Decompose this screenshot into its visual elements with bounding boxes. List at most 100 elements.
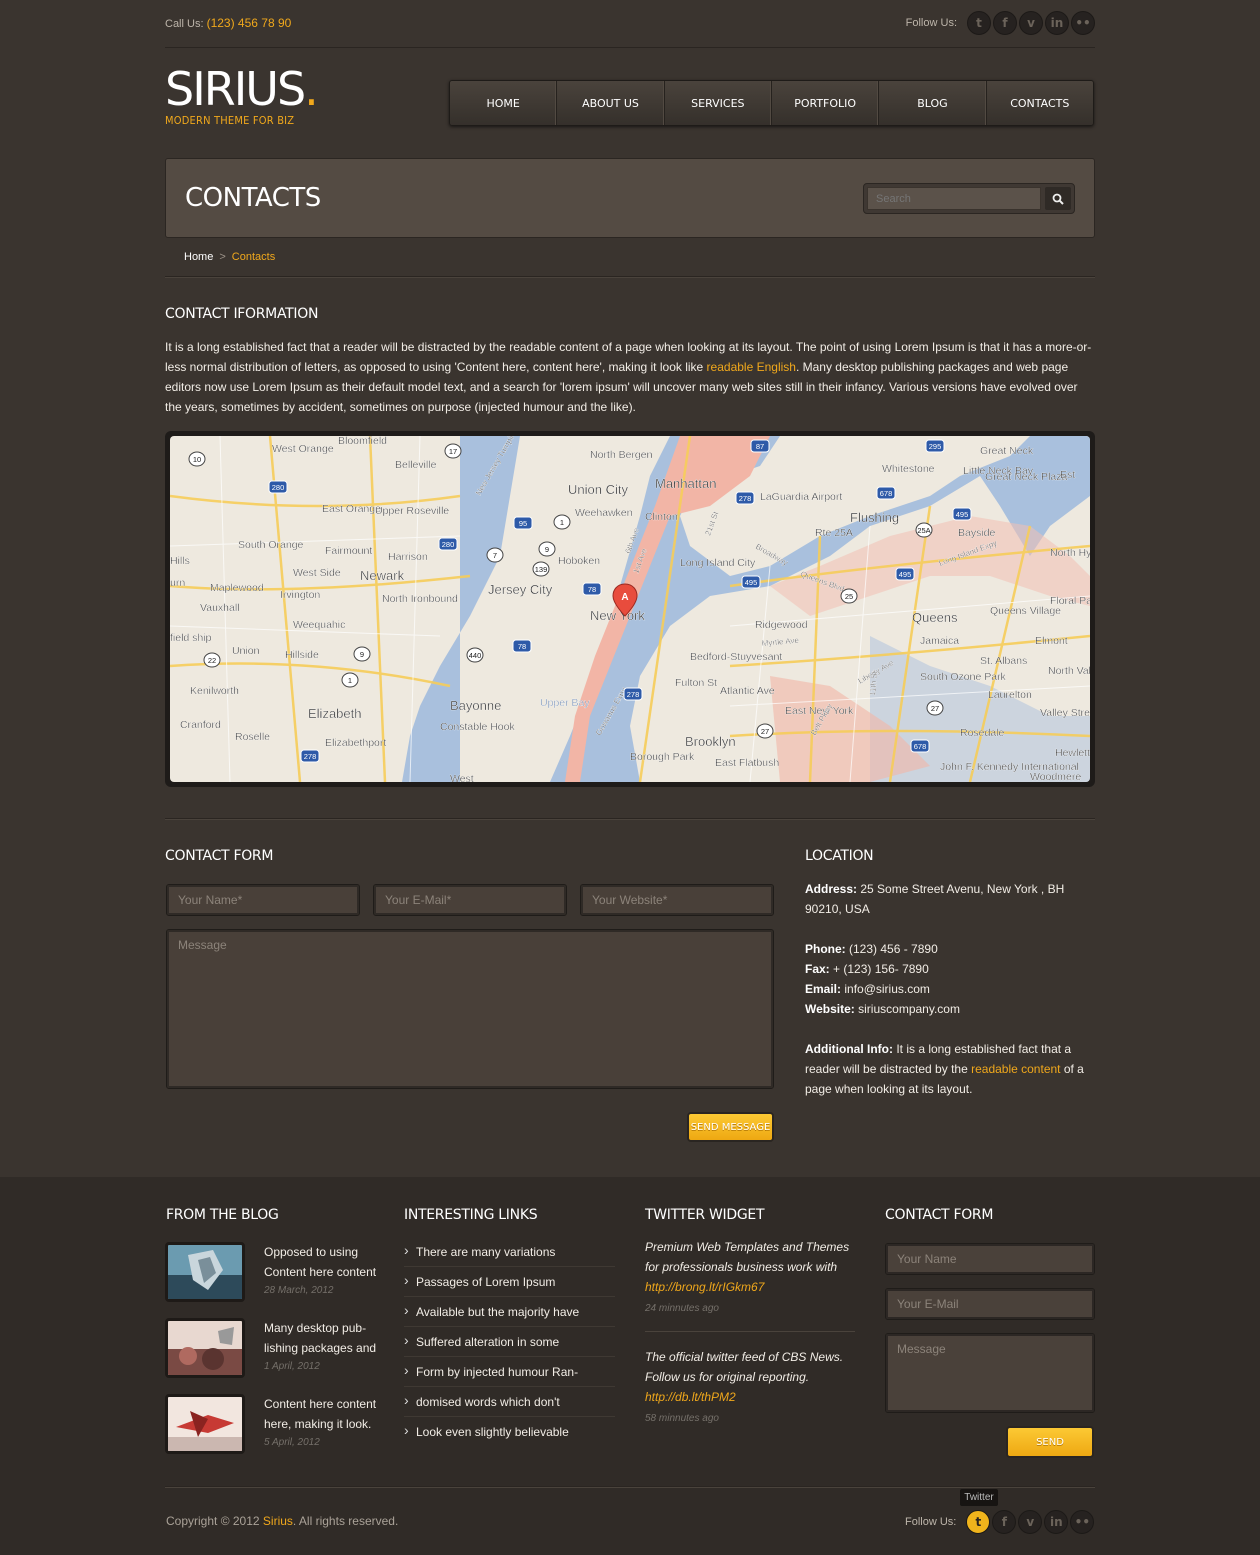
- map-highway-shield: 495: [741, 575, 761, 589]
- nav-contacts[interactable]: CONTACTS: [987, 81, 1093, 125]
- blog-item[interactable]: Many desktop pub-lishing packages and 1 …: [165, 1318, 385, 1380]
- readable-english-link[interactable]: readable English: [707, 360, 796, 374]
- blog-item[interactable]: Opposed to using Content here content 28…: [165, 1242, 385, 1304]
- website-input[interactable]: Your Website*: [580, 884, 774, 916]
- send-message-button[interactable]: SEND MESSAGE: [687, 1112, 774, 1142]
- linkedin-icon[interactable]: in: [1044, 1510, 1069, 1534]
- map-label: East Orange: [322, 503, 381, 515]
- map-label: Newark: [360, 568, 405, 583]
- flickr-icon[interactable]: ••: [1071, 11, 1095, 35]
- blog-thumbnail[interactable]: [165, 1242, 245, 1302]
- blog-thumbnail[interactable]: [165, 1394, 245, 1454]
- flickr-icon[interactable]: ••: [1070, 1510, 1095, 1534]
- search-input[interactable]: [867, 187, 1041, 210]
- map-highway-shield: 95: [513, 516, 533, 530]
- email-input[interactable]: Your E-Mail*: [373, 884, 567, 916]
- map-shield-label: 280: [442, 540, 455, 549]
- link-item[interactable]: Passages of Lorem Ipsum: [404, 1267, 615, 1297]
- map-label: Little Neck Bay: [963, 465, 1034, 477]
- nav-portfolio[interactable]: PORTFOLIO: [772, 81, 880, 125]
- facebook-icon[interactable]: f: [993, 11, 1017, 35]
- contact-info-title: CONTACT IFORMATION: [165, 306, 319, 322]
- map-shield-label: 678: [914, 742, 927, 751]
- map-canvas[interactable]: Bloomfield West Orange Belleville North Ber…: [170, 436, 1090, 782]
- map-label: East Flatbush: [715, 757, 779, 769]
- map-highway-shield: 7: [486, 547, 504, 563]
- link-item[interactable]: Form by injected humour Ran-: [404, 1357, 615, 1387]
- facebook-icon[interactable]: f: [992, 1510, 1017, 1534]
- map-label: Rosedale: [960, 727, 1005, 739]
- nav-blog[interactable]: BLOG: [879, 81, 987, 125]
- map-label: Weequahic: [293, 619, 345, 631]
- footer-email-input[interactable]: Your E-Mail: [885, 1288, 1095, 1320]
- brand-link[interactable]: Sirius: [263, 1514, 293, 1528]
- map[interactable]: Bloomfield West Orange Belleville North Ber…: [165, 431, 1095, 787]
- nav-about-us[interactable]: ABOUT US: [557, 81, 665, 125]
- page-header: CONTACTS: [165, 158, 1095, 238]
- map-label: West Orange: [272, 443, 334, 455]
- map-shield-label: 495: [899, 570, 912, 579]
- map-label: West: [450, 773, 474, 782]
- map-shield-label: 9: [545, 545, 549, 554]
- readable-content-link[interactable]: readable content: [971, 1062, 1060, 1076]
- blog-item-title[interactable]: Many desktop pub-lishing packages and: [264, 1318, 386, 1358]
- search-icon: [1052, 193, 1064, 205]
- blog-item-title[interactable]: Opposed to using Content here content: [264, 1242, 386, 1282]
- nav-home[interactable]: HOME: [450, 81, 558, 125]
- map-highway-shield: 495: [895, 567, 915, 581]
- phone-number[interactable]: (123) 456 78 90: [207, 16, 292, 30]
- blog-item[interactable]: Content here content here, making it loo…: [165, 1394, 385, 1456]
- link-item[interactable]: Available but the majority have: [404, 1297, 615, 1327]
- interesting-links: There are many variations Passages of Lo…: [404, 1237, 615, 1447]
- search-button[interactable]: [1045, 187, 1071, 210]
- map-label: Elizabeth: [308, 706, 361, 721]
- links-title: INTERESTING LINKS: [404, 1207, 538, 1223]
- map-label: North Ironbound: [382, 593, 458, 605]
- map-shield-label: 78: [588, 585, 596, 594]
- map-label: Bayonne: [450, 698, 501, 713]
- footer-name-input[interactable]: Your Name: [885, 1243, 1095, 1275]
- vimeo-icon[interactable]: v: [1018, 1510, 1043, 1534]
- link-item[interactable]: There are many variations: [404, 1237, 615, 1267]
- map-label: Bedford-Stuyvesant: [690, 651, 782, 663]
- map-shield-label: 25A: [917, 526, 930, 535]
- linkedin-icon[interactable]: in: [1045, 11, 1069, 35]
- map-label: North Valley Stream: [1048, 665, 1090, 677]
- blog-thumbnail[interactable]: [165, 1318, 245, 1378]
- follow-label: Follow Us:: [905, 17, 957, 29]
- logo[interactable]: SIRIUS. MODERN THEME FOR BIZ: [165, 62, 319, 127]
- vimeo-icon[interactable]: v: [1019, 11, 1043, 35]
- link-item[interactable]: Look even slightly believable: [404, 1417, 615, 1447]
- blog-item-date: 5 April, 2012: [264, 1437, 320, 1448]
- nav-services[interactable]: SERVICES: [665, 81, 772, 125]
- map-highway-shield: 27: [926, 700, 944, 716]
- map-label: LaGuardia Airport: [760, 491, 842, 503]
- link-item[interactable]: domised words which don't: [404, 1387, 615, 1417]
- tweet-link[interactable]: http://brong.lt/rIGkm67: [645, 1280, 764, 1294]
- map-shield-label: 9: [360, 650, 364, 659]
- tweet-divider: [645, 1331, 855, 1332]
- name-input[interactable]: Your Name*: [166, 884, 360, 916]
- website[interactable]: siriuscompany.com: [858, 1002, 960, 1016]
- tweet-link[interactable]: http://db.lt/thPM2: [645, 1390, 736, 1404]
- email[interactable]: info@sirius.com: [844, 982, 930, 996]
- map-shield-label: 440: [469, 651, 482, 660]
- divider: [165, 1486, 1095, 1487]
- map-label: Bayside: [958, 527, 996, 539]
- footer-send-button[interactable]: SEND: [1006, 1426, 1094, 1458]
- breadcrumb-home[interactable]: Home: [184, 251, 213, 263]
- footer-message-textarea[interactable]: Message: [885, 1333, 1095, 1413]
- map-shield-label: 95: [519, 519, 527, 528]
- map-label: Roselle: [235, 731, 270, 743]
- link-item[interactable]: Suffered alteration in some: [404, 1327, 615, 1357]
- map-shield-label: 27: [761, 727, 769, 736]
- map-label: Jamaica: [920, 635, 959, 647]
- twitter-icon[interactable]: t: [966, 1510, 991, 1534]
- map-shield-label: 87: [756, 442, 764, 451]
- map-label: Fulton St: [675, 677, 717, 689]
- twitter-icon[interactable]: t: [967, 11, 991, 35]
- breadcrumb: Home > Contacts: [184, 251, 275, 263]
- map-shield-label: 278: [627, 690, 640, 699]
- blog-item-title[interactable]: Content here content here, making it loo…: [264, 1394, 386, 1434]
- message-textarea[interactable]: Message: [166, 929, 774, 1089]
